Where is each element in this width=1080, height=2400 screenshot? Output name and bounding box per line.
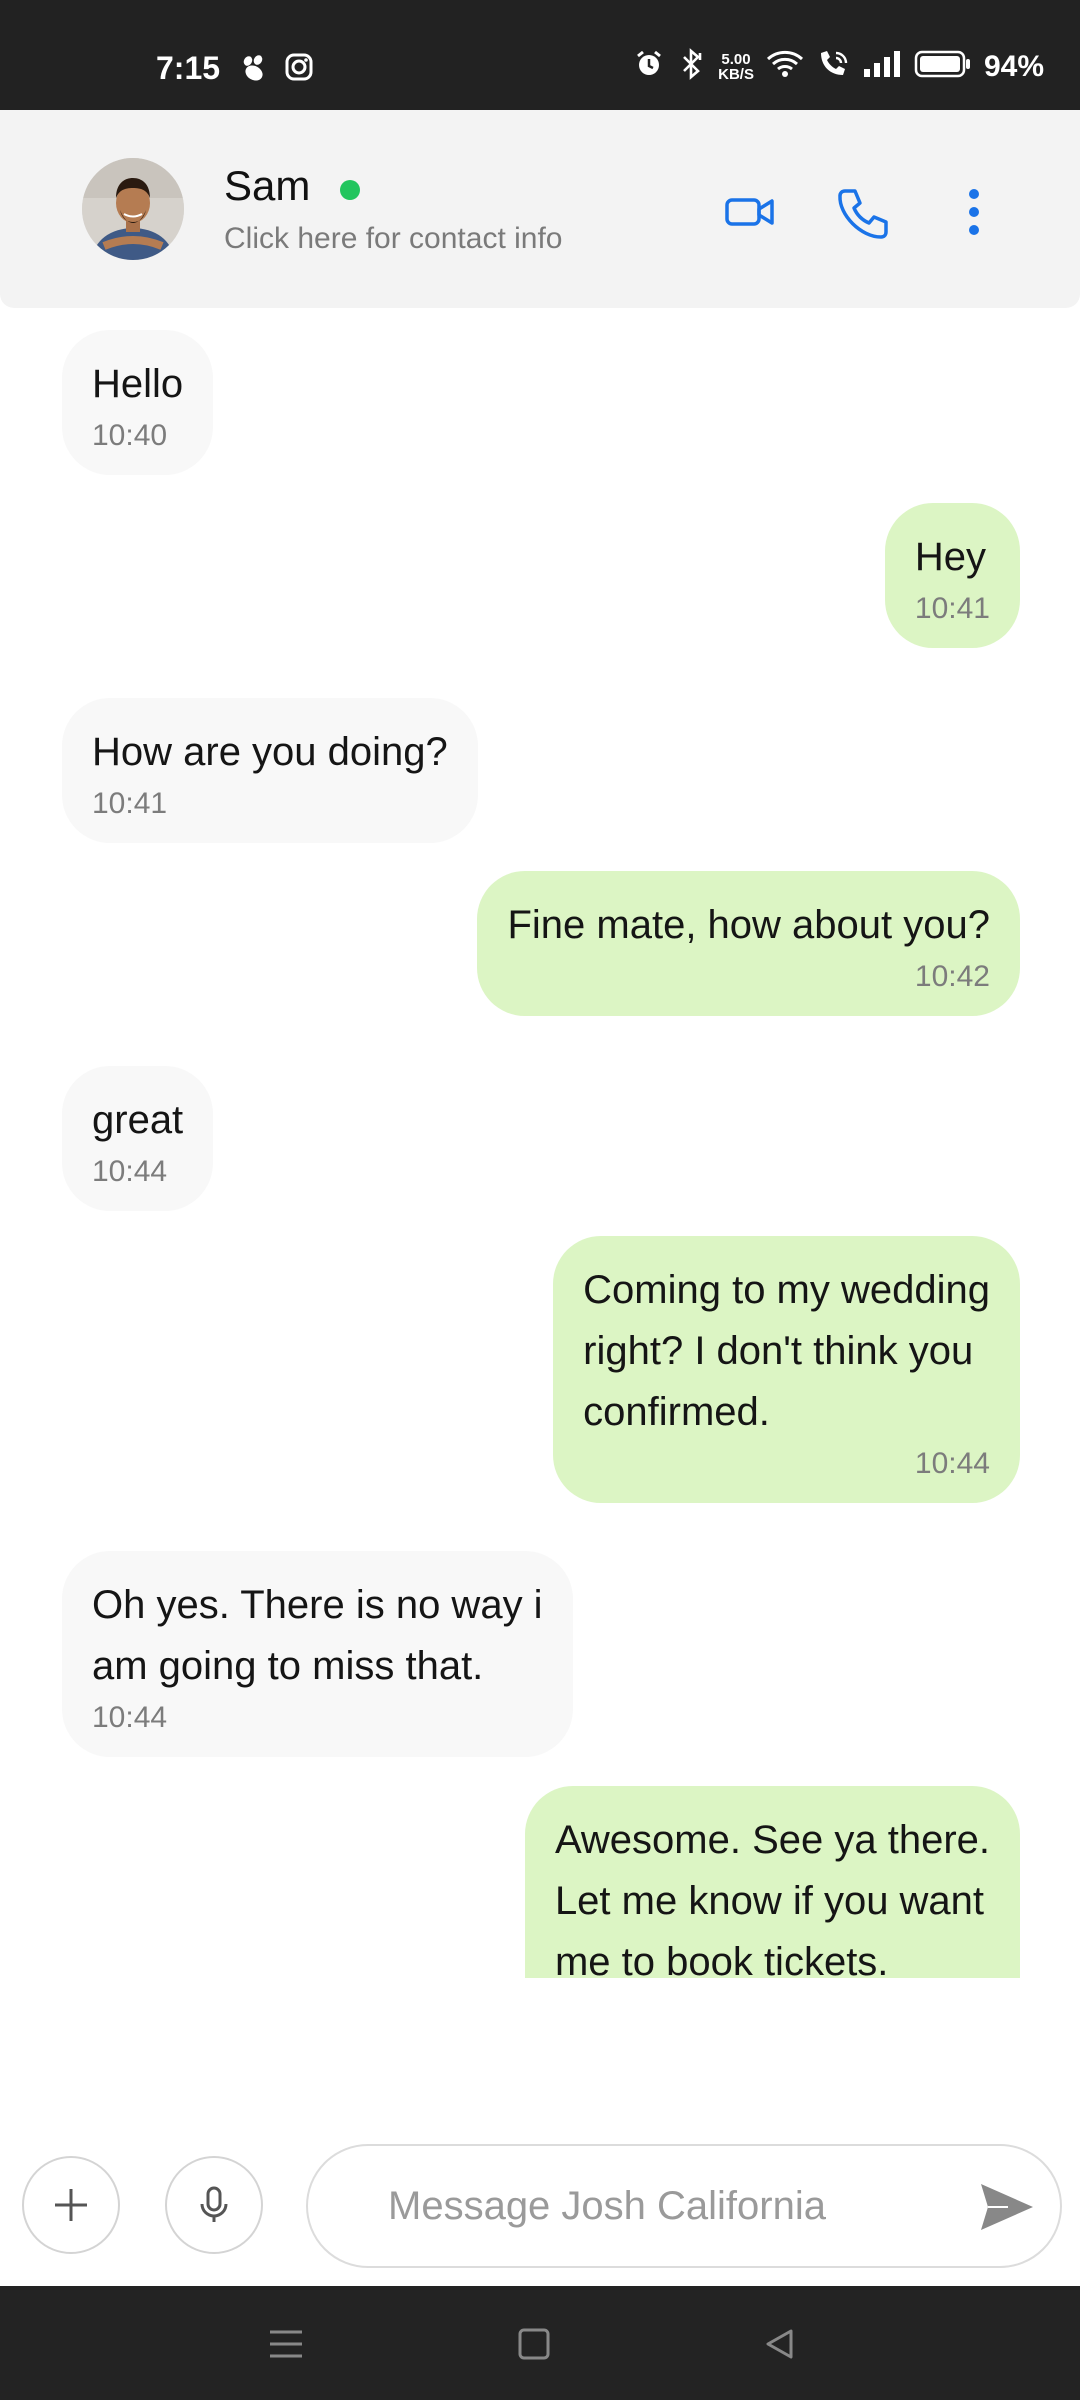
system-icons: 5.00 KB/S 94% bbox=[634, 48, 1044, 85]
message-text: me to book tickets. bbox=[554, 1940, 889, 1978]
message-time: 10:42 bbox=[914, 960, 990, 993]
status-time: 7:15 bbox=[156, 50, 221, 86]
status-bar: 7:15 5.00 KB/S 94% bbox=[0, 0, 1080, 110]
message-text: Hello bbox=[92, 362, 184, 406]
paw-app-icon bbox=[238, 52, 270, 89]
back-triangle-icon bbox=[766, 2329, 793, 2359]
message-text: Let me know if you want bbox=[554, 1879, 985, 1923]
video-camera-icon bbox=[725, 198, 774, 226]
send-icon bbox=[981, 2184, 1033, 2230]
voice-record-button[interactable] bbox=[165, 2156, 263, 2254]
battery-icon bbox=[914, 49, 972, 84]
network-speed: 5.00 KB/S bbox=[718, 50, 754, 83]
incoming-message[interactable]: great 10:44 bbox=[62, 1066, 214, 1211]
message-text: am going to miss that. bbox=[92, 1644, 484, 1688]
signal-icon bbox=[862, 49, 902, 84]
microphone-icon bbox=[200, 2186, 228, 2222]
message-text: Fine mate, how about you? bbox=[507, 903, 990, 947]
phone-icon bbox=[838, 189, 888, 239]
more-options-button[interactable] bbox=[944, 182, 1004, 242]
bluetooth-icon bbox=[676, 48, 706, 85]
alarm-icon bbox=[634, 49, 664, 84]
kebab-menu-icon bbox=[969, 189, 979, 235]
wifi-call-icon bbox=[816, 49, 850, 84]
contact-name[interactable]: Sam bbox=[224, 162, 310, 210]
message-text: How are you doing? bbox=[92, 730, 448, 774]
add-attachment-button[interactable] bbox=[22, 2156, 120, 2254]
message-input[interactable] bbox=[388, 2176, 928, 2236]
message-time: 10:41 bbox=[92, 787, 168, 820]
square-icon bbox=[518, 2328, 550, 2360]
menu-lines-icon bbox=[270, 2330, 302, 2358]
voice-call-button[interactable] bbox=[834, 182, 894, 242]
instagram-icon bbox=[284, 52, 314, 89]
online-status-dot bbox=[340, 180, 360, 200]
message-text: Coming to my wedding bbox=[583, 1268, 990, 1312]
plus-icon bbox=[55, 2189, 87, 2221]
incoming-message[interactable]: How are you doing? 10:41 bbox=[62, 698, 478, 843]
message-text: Hey bbox=[914, 535, 987, 579]
avatar[interactable] bbox=[82, 158, 184, 260]
outgoing-message[interactable]: Fine mate, how about you? 10:42 bbox=[477, 871, 1020, 1016]
video-call-button[interactable] bbox=[720, 182, 780, 242]
send-button[interactable] bbox=[976, 2176, 1038, 2238]
message-text: great bbox=[92, 1098, 184, 1142]
outgoing-message[interactable]: Hey 10:41 bbox=[884, 503, 1020, 648]
message-time: 10:44 bbox=[914, 1447, 990, 1480]
message-time: 10:44 bbox=[92, 1701, 168, 1734]
message-text: confirmed. bbox=[583, 1390, 770, 1434]
message-list[interactable]: Hello 10:40 Hey 10:41 How are you doing? 10:4… bbox=[0, 308, 1080, 1978]
wifi-icon bbox=[766, 49, 804, 84]
chat-header[interactable]: Sam Click here for contact info bbox=[0, 110, 1080, 308]
navigation-bar bbox=[0, 2286, 1080, 2400]
home-button[interactable] bbox=[506, 2316, 562, 2372]
incoming-message[interactable]: Hello 10:40 bbox=[62, 330, 214, 475]
message-text: Oh yes. There is no way i bbox=[92, 1583, 543, 1627]
message-time: 10:40 bbox=[92, 419, 168, 452]
contact-info-hint[interactable]: Click here for contact info bbox=[224, 222, 562, 256]
message-time: 10:44 bbox=[92, 1155, 168, 1188]
message-time: 10:41 bbox=[914, 592, 990, 625]
recents-button[interactable] bbox=[258, 2316, 314, 2372]
message-input-container[interactable] bbox=[306, 2144, 1062, 2268]
outgoing-message[interactable]: Coming to my wedding right? I don't think… bbox=[553, 1236, 1020, 1503]
message-text: right? I don't think you bbox=[583, 1329, 974, 1373]
notification-icons bbox=[238, 52, 314, 89]
battery-percent: 94% bbox=[983, 49, 1044, 83]
outgoing-message[interactable]: Awesome. See ya there. Let me know if you… bbox=[524, 1786, 1020, 1978]
back-button[interactable] bbox=[752, 2316, 808, 2372]
incoming-message[interactable]: Oh yes. There is no way i am going to mis… bbox=[62, 1551, 573, 1757]
composer bbox=[0, 2130, 1080, 2280]
message-text: Awesome. See ya there. bbox=[554, 1818, 990, 1862]
